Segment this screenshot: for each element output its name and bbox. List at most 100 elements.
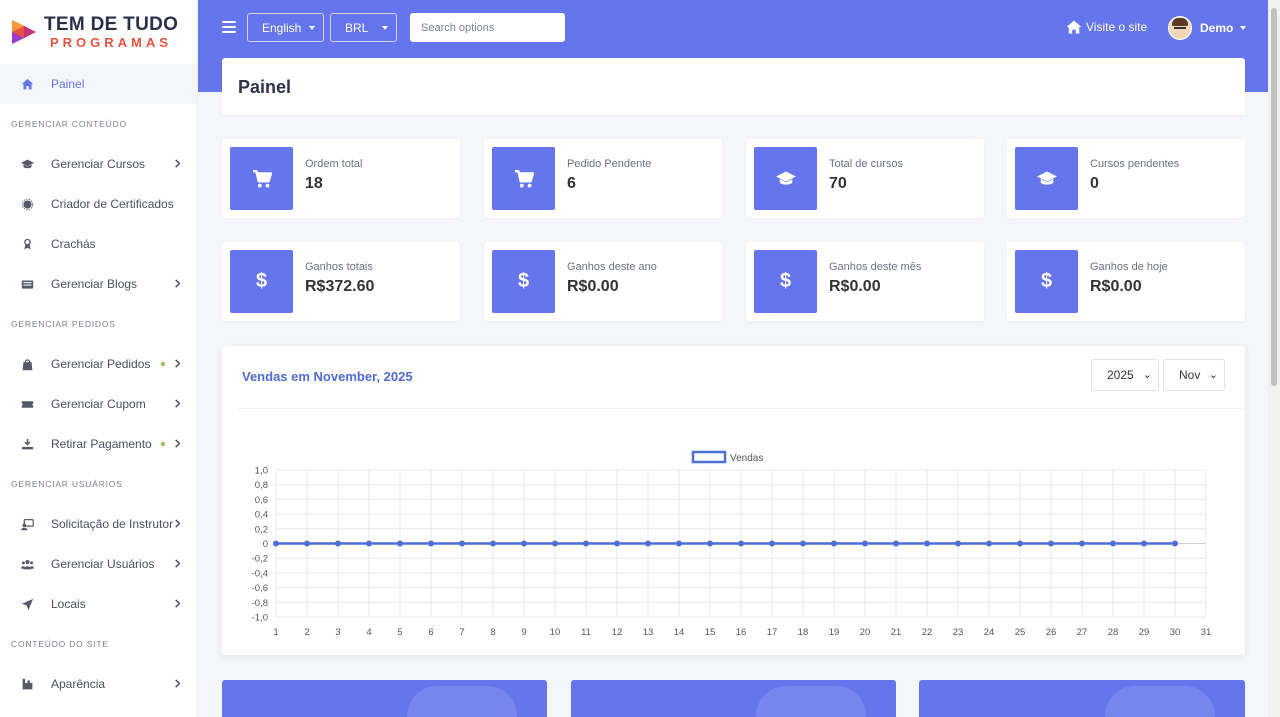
sidebar-item-crachas[interactable]: Crachás (0, 224, 197, 264)
chevron-right-icon (173, 357, 183, 371)
x-tick-label: 24 (984, 627, 995, 638)
sales-line-chart: Vendas 1,0 0,8 0,6 0,4 0,2 0 -0,2 -0,4 -0,6 -0,8 -1… (252, 450, 1212, 638)
chart-title: Vendas em November, 2025 (242, 369, 413, 384)
data-point (893, 540, 899, 547)
dollar-icon: $ (492, 250, 555, 313)
sidebar-item-criador-de-certificados[interactable]: Criador de Certificados (0, 184, 197, 224)
sidebar-item-gerenciar-pedidos[interactable]: Gerenciar Pedidos (0, 344, 197, 384)
sidebar-item-locais[interactable]: Locais (0, 584, 197, 624)
x-tick-label: 20 (860, 627, 871, 638)
year-select[interactable]: 2025 ⌄ (1091, 359, 1159, 391)
visit-site-link[interactable]: Visite o site (1066, 20, 1147, 34)
x-tick-label: 29 (1139, 627, 1150, 638)
data-point (614, 540, 620, 547)
sidebar-item-label: Aparência (51, 677, 106, 691)
sidebar-item-retirar-pagamento[interactable]: Retirar Pagamento (0, 424, 197, 464)
bottom-card-2 (571, 680, 896, 717)
stat-label: Ganhos totais (305, 261, 373, 273)
language-select[interactable]: English (247, 13, 324, 42)
sidebar-item-aparencia[interactable]: Aparência (0, 664, 197, 704)
x-tick-label: 11 (581, 627, 591, 638)
stat-label: Ganhos de hoje (1090, 261, 1168, 273)
page-scrollbar[interactable] (1268, 0, 1280, 717)
bottom-card-1 (222, 680, 547, 717)
stat-card: Total de cursos 70 (746, 139, 984, 218)
sidebar-item-label: Criador de Certificados (51, 197, 174, 211)
legend-label: Vendas (730, 453, 763, 464)
chevron-down-icon: ⌄ (1142, 369, 1152, 381)
data-point (490, 540, 496, 547)
stat-card: Cursos pendentes 0 (1007, 139, 1245, 218)
chevron-right-icon (173, 517, 183, 531)
y-tick-label: -1,0 (252, 613, 268, 624)
caret-down-icon (1240, 26, 1247, 30)
x-tick-label: 13 (643, 627, 654, 638)
x-tick-label: 26 (1046, 627, 1057, 638)
sidebar-item-solicitacao-de-instrutor[interactable]: Solicitação de Instrutor (0, 504, 197, 544)
blog-icon (20, 277, 34, 291)
chevron-down-icon: ⌄ (1208, 369, 1218, 381)
data-point (304, 540, 310, 547)
x-tick-label: 31 (1201, 627, 1212, 638)
stat-value: 6 (567, 175, 576, 192)
data-point (1079, 540, 1085, 547)
sidebar-item-gerenciar-blogs[interactable]: Gerenciar Blogs (0, 264, 197, 304)
x-tick-label: 28 (1108, 627, 1119, 638)
notification-dot (161, 442, 165, 446)
visit-site-label: Visite o site (1086, 20, 1148, 34)
data-point (955, 540, 961, 547)
sidebar-section-title: GERENCIAR CONTEÚDO (11, 119, 127, 129)
sidebar-item-gerenciar-cursos[interactable]: Gerenciar Cursos (0, 144, 197, 184)
legend-swatch (691, 450, 727, 464)
x-tick-label: 12 (612, 627, 623, 638)
sidebar-item-label: Gerenciar Blogs (51, 277, 138, 291)
search-input[interactable] (410, 13, 565, 42)
brand-logo[interactable]: TEM DE TUDO PROGRAMAS (0, 0, 197, 64)
sidebar-item-gerenciar-cupom[interactable]: Gerenciar Cupom (0, 384, 197, 424)
chevron-right-icon (173, 597, 183, 611)
stat-value: R$0.00 (1090, 278, 1142, 295)
data-point (428, 540, 434, 547)
user-menu[interactable]: Demo (1168, 16, 1247, 40)
x-tick-label: 22 (922, 627, 933, 638)
stat-card: Pedido Pendente 6 (484, 139, 722, 218)
sales-chart-card: Vendas em November, 2025 2025 ⌄ Nov ⌄ Ve… (222, 346, 1245, 655)
menu-toggle-icon[interactable] (222, 21, 236, 33)
stat-label: Total de cursos (829, 158, 903, 170)
currency-value: BRL (345, 20, 369, 35)
y-tick-label: 0 (263, 539, 268, 550)
data-point (707, 540, 713, 547)
data-point (459, 540, 465, 547)
stat-value: 0 (1090, 175, 1099, 192)
x-tick-label: 3 (335, 627, 340, 638)
sidebar-item-secoes[interactable]: Seções (0, 704, 197, 717)
data-point (769, 540, 775, 547)
data-point (645, 540, 651, 547)
ticket-icon (20, 397, 34, 411)
data-point (335, 540, 341, 547)
x-tick-label: 16 (736, 627, 747, 638)
x-tick-label: 27 (1077, 627, 1088, 638)
stat-value: R$372.60 (305, 278, 375, 295)
currency-select[interactable]: BRL (330, 13, 397, 42)
stat-label: Ganhos deste ano (567, 261, 657, 273)
stat-card: $ Ganhos deste mês R$0.00 (746, 242, 984, 321)
chevron-right-icon (173, 437, 183, 451)
data-point (552, 540, 558, 547)
stat-label: Cursos pendentes (1090, 158, 1180, 170)
graduation-cap-icon (20, 157, 34, 171)
sidebar-item-dashboard[interactable]: Painel (0, 64, 197, 104)
stat-card: $ Ganhos de hoje R$0.00 (1007, 242, 1245, 321)
caret-down-icon (309, 26, 315, 30)
sidebar-item-label: Locais (51, 597, 86, 611)
stat-label: Ganhos deste mês (829, 261, 922, 273)
data-point (1017, 540, 1023, 547)
data-point (986, 540, 992, 547)
chevron-right-icon (173, 277, 183, 291)
data-point (1172, 540, 1178, 547)
month-select[interactable]: Nov ⌄ (1163, 359, 1225, 391)
y-tick-label: -0,6 (252, 583, 268, 594)
sidebar-item-gerenciar-usuarios[interactable]: Gerenciar Usuários (0, 544, 197, 584)
stat-value: R$0.00 (567, 278, 619, 295)
scrollbar-thumb[interactable] (1271, 8, 1277, 386)
